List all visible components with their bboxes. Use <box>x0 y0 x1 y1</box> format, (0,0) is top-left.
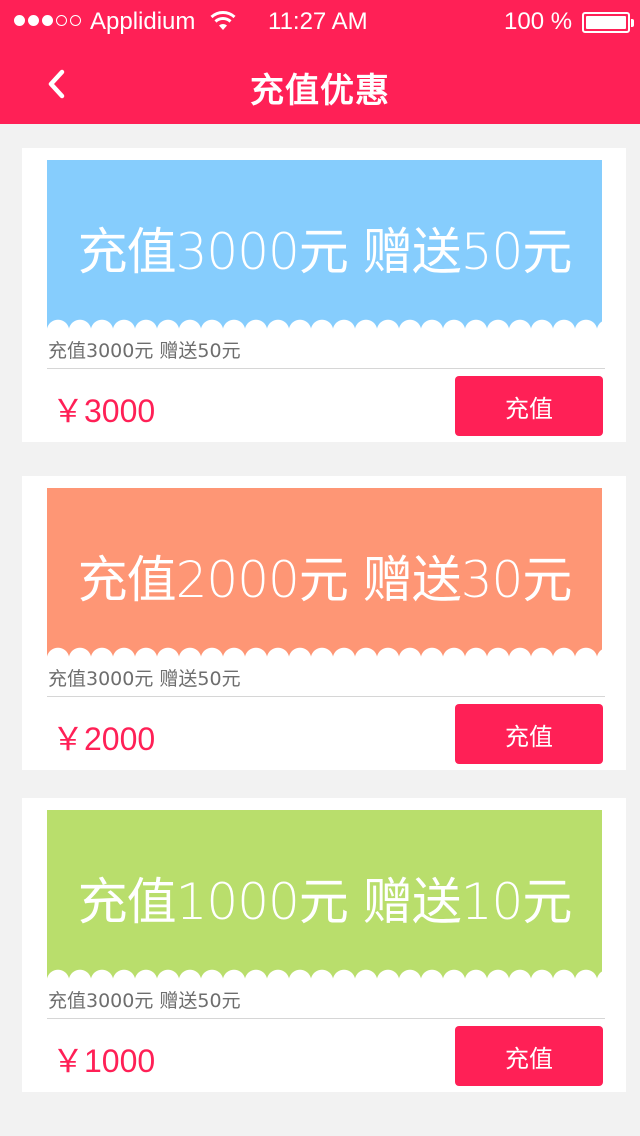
battery-icon <box>582 12 634 33</box>
offer-subtitle: 充值3000元 赠送50元 <box>48 340 241 362</box>
signal-strength-icon <box>14 15 81 26</box>
offer-banner-text: 充值3000元 赠送50元 <box>77 223 573 281</box>
recharge-button[interactable]: 充值 <box>455 704 603 764</box>
divider <box>47 696 605 697</box>
scallop-edge <box>47 317 602 330</box>
battery-percentage: 100 % <box>504 8 573 35</box>
offer-banner: 充值1000元 赠送10元 <box>47 810 602 980</box>
clock: 11:27 AM <box>268 8 368 35</box>
offer-subtitle: 充值3000元 赠送50元 <box>48 668 241 690</box>
status-bar: Applidium 11:27 AM 100 % <box>0 0 640 46</box>
recharge-button[interactable]: 充值 <box>455 1026 603 1086</box>
offer-price: ￥2000 <box>52 721 156 757</box>
divider <box>47 1018 605 1019</box>
offer-card: 充值2000元 赠送30元 充值3000元 赠送50元 ￥2000 充值 <box>22 476 626 770</box>
divider <box>47 368 605 369</box>
offer-banner-text: 充值1000元 赠送10元 <box>77 873 573 931</box>
offer-card: 充值1000元 赠送10元 充值3000元 赠送50元 ￥1000 充值 <box>22 798 626 1092</box>
app-header: Applidium 11:27 AM 100 % 充值优惠 <box>0 0 640 124</box>
scallop-edge <box>47 967 602 980</box>
offer-price: ￥3000 <box>52 393 156 429</box>
offer-price: ￥1000 <box>52 1043 156 1079</box>
carrier-name: Applidium <box>90 8 196 35</box>
scallop-edge <box>47 645 602 658</box>
offer-subtitle: 充值3000元 赠送50元 <box>48 990 241 1012</box>
offer-banner: 充值3000元 赠送50元 <box>47 160 602 330</box>
offer-card: 充值3000元 赠送50元 充值3000元 赠送50元 ￥3000 充值 <box>22 148 626 442</box>
recharge-button[interactable]: 充值 <box>455 376 603 436</box>
page-title: 充值优惠 <box>250 71 390 111</box>
wifi-icon <box>210 11 236 30</box>
navigation-bar: 充值优惠 <box>0 46 640 124</box>
offer-banner: 充值2000元 赠送30元 <box>47 488 602 658</box>
offer-banner-text: 充值2000元 赠送30元 <box>77 551 573 609</box>
